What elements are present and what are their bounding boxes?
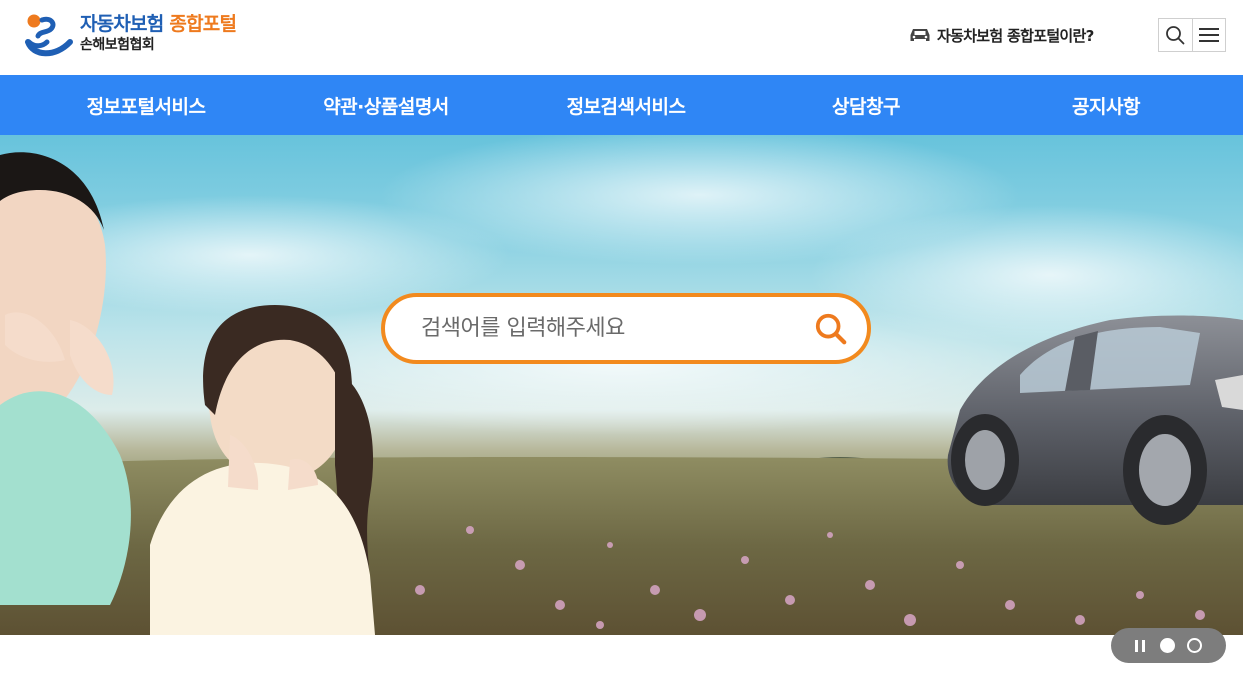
menu-button[interactable] <box>1191 19 1225 51</box>
utility-buttons <box>1158 18 1226 52</box>
slider-pause-button[interactable] <box>1131 637 1149 655</box>
site-logo[interactable]: 자동차보험 종합포털 손해보험협회 <box>25 12 255 60</box>
logo-title: 자동차보험 종합포털 <box>80 13 237 35</box>
hero-background-image <box>0 135 1243 635</box>
slider-controls <box>1111 628 1226 663</box>
logo-title-accent: 종합포털 <box>169 13 237 35</box>
slide-indicator-1[interactable] <box>1160 638 1175 653</box>
pause-icon <box>1135 639 1145 652</box>
hero-search-button[interactable] <box>811 309 851 349</box>
logo-title-main: 자동차보험 <box>80 13 164 35</box>
hero-banner <box>0 135 1243 635</box>
logo-subtitle: 손해보험협회 <box>80 37 155 53</box>
hero-search-input[interactable] <box>419 308 811 349</box>
nav-terms-product-docs[interactable]: 약관·상품설명서 <box>266 75 506 135</box>
search-icon <box>815 313 847 344</box>
nav-consultation[interactable]: 상담창구 <box>746 75 986 135</box>
nav-info-portal-service[interactable]: 정보포털서비스 <box>26 75 266 135</box>
nav-notices[interactable]: 공지사항 <box>986 75 1226 135</box>
hero-search-form <box>381 293 871 364</box>
hamburger-menu-icon <box>1198 28 1219 42</box>
about-portal-label: 자동차보험 종합포털이란? <box>937 26 1094 45</box>
about-portal-link[interactable]: 자동차보험 종합포털이란? <box>909 22 1094 48</box>
search-icon <box>1166 26 1185 45</box>
main-navigation: 정보포털서비스 약관·상품설명서 정보검색서비스 상담창구 공지사항 <box>0 75 1243 135</box>
nav-info-search-service[interactable]: 정보검색서비스 <box>506 75 746 135</box>
association-logo-icon <box>25 14 73 57</box>
header-search-button[interactable] <box>1159 19 1192 51</box>
site-header: 자동차보험 종합포털 손해보험협회 자동차보험 종합포털이란? <box>0 0 1243 75</box>
slide-indicator-2[interactable] <box>1187 638 1202 653</box>
car-icon <box>910 29 930 41</box>
